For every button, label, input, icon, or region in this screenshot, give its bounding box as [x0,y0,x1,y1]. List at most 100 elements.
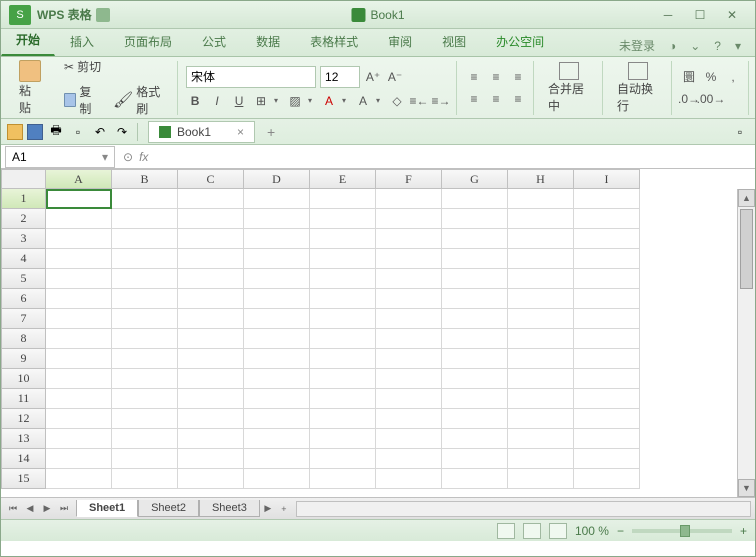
cell[interactable] [112,229,178,249]
tab-office-space[interactable]: 办公空间 [481,26,559,56]
cell[interactable] [310,329,376,349]
column-header[interactable]: G [442,169,508,189]
document-tab[interactable]: Book1 × [148,121,255,143]
cell[interactable] [112,349,178,369]
cell[interactable] [574,449,640,469]
function-wizard-icon[interactable]: ⊙ [123,150,133,164]
undo-button[interactable]: ↶ [91,123,109,141]
last-sheet-button[interactable]: ⏭ [56,501,72,517]
cell[interactable] [112,249,178,269]
row-header[interactable]: 5 [1,269,46,289]
row-header[interactable]: 10 [1,369,46,389]
first-sheet-button[interactable]: ⏮ [5,501,21,517]
row-header[interactable]: 8 [1,329,46,349]
underline-button[interactable]: U [230,92,248,110]
cell[interactable] [178,409,244,429]
cell[interactable] [574,349,640,369]
help-button[interactable]: ? [710,37,725,55]
cell[interactable] [376,389,442,409]
app-menu-dropdown[interactable] [96,8,110,22]
help-dropdown-icon[interactable]: ▾ [731,37,745,55]
decrease-decimal-button[interactable]: .00→ [702,90,720,108]
cell[interactable] [178,469,244,489]
cell[interactable] [46,349,112,369]
cell[interactable] [244,249,310,269]
cell[interactable] [376,369,442,389]
cell[interactable] [508,269,574,289]
cell[interactable] [46,469,112,489]
cell[interactable] [244,389,310,409]
cell[interactable] [442,289,508,309]
zoom-in-button[interactable]: + [740,524,747,538]
cell[interactable] [508,429,574,449]
row-header[interactable]: 14 [1,449,46,469]
cell[interactable] [178,209,244,229]
minimize-button[interactable]: ─ [657,6,679,24]
column-header[interactable]: D [244,169,310,189]
cell[interactable] [442,369,508,389]
cell[interactable] [310,429,376,449]
cell[interactable] [178,449,244,469]
cell[interactable] [508,349,574,369]
decrease-font-button[interactable]: A⁻ [386,68,404,86]
font-size-select[interactable] [320,66,360,88]
column-header[interactable]: I [574,169,640,189]
cell[interactable] [46,229,112,249]
cell[interactable] [46,309,112,329]
cell[interactable] [178,329,244,349]
cell[interactable] [376,229,442,249]
open-button[interactable] [27,124,43,140]
sheet-tab[interactable]: Sheet2 [138,500,199,517]
cell[interactable] [112,309,178,329]
cut-button[interactable]: ✂剪切 [61,56,171,77]
cell[interactable] [46,189,112,209]
cell[interactable] [508,449,574,469]
row-header[interactable]: 1 [1,189,46,209]
increase-font-button[interactable]: A⁺ [364,68,382,86]
column-header[interactable]: C [178,169,244,189]
font-name-select[interactable] [186,66,316,88]
login-link[interactable]: 未登录 [615,35,659,56]
redo-button[interactable]: ↷ [113,123,131,141]
cell[interactable] [244,189,310,209]
cell[interactable] [376,269,442,289]
cell[interactable] [310,389,376,409]
align-left-button[interactable]: ≡ [465,90,483,108]
align-top-button[interactable]: ≡ [465,68,483,86]
cell[interactable] [508,189,574,209]
cell[interactable] [112,429,178,449]
cell[interactable] [112,369,178,389]
tab-review[interactable]: 审阅 [373,26,427,56]
highlight-button[interactable]: A [354,92,372,110]
cell[interactable] [46,429,112,449]
print-preview-button[interactable]: ▫ [69,123,87,141]
cell[interactable] [508,409,574,429]
cell[interactable] [112,269,178,289]
cell[interactable] [376,189,442,209]
cell[interactable] [244,449,310,469]
cell[interactable] [442,349,508,369]
cell[interactable] [442,389,508,409]
cell[interactable] [178,429,244,449]
cell[interactable] [244,209,310,229]
cell[interactable] [310,229,376,249]
cell[interactable] [112,469,178,489]
cell[interactable] [574,209,640,229]
cell[interactable] [574,249,640,269]
cell[interactable] [376,209,442,229]
vertical-scrollbar[interactable]: ▲ ▼ [737,189,755,497]
maximize-button[interactable]: ☐ [689,6,711,24]
scroll-down-button[interactable]: ▼ [738,479,755,497]
close-tab-button[interactable]: × [237,125,244,139]
name-box[interactable]: A1 ▾ [5,146,115,168]
increase-decimal-button[interactable]: .0→ [680,90,698,108]
cell[interactable] [442,249,508,269]
cell[interactable] [310,249,376,269]
row-header[interactable]: 12 [1,409,46,429]
cell[interactable] [244,229,310,249]
scroll-up-button[interactable]: ▲ [738,189,755,207]
doc-options-button[interactable]: ▫ [731,123,749,141]
cell[interactable] [508,469,574,489]
cell[interactable] [178,249,244,269]
align-center-button[interactable]: ≡ [487,90,505,108]
